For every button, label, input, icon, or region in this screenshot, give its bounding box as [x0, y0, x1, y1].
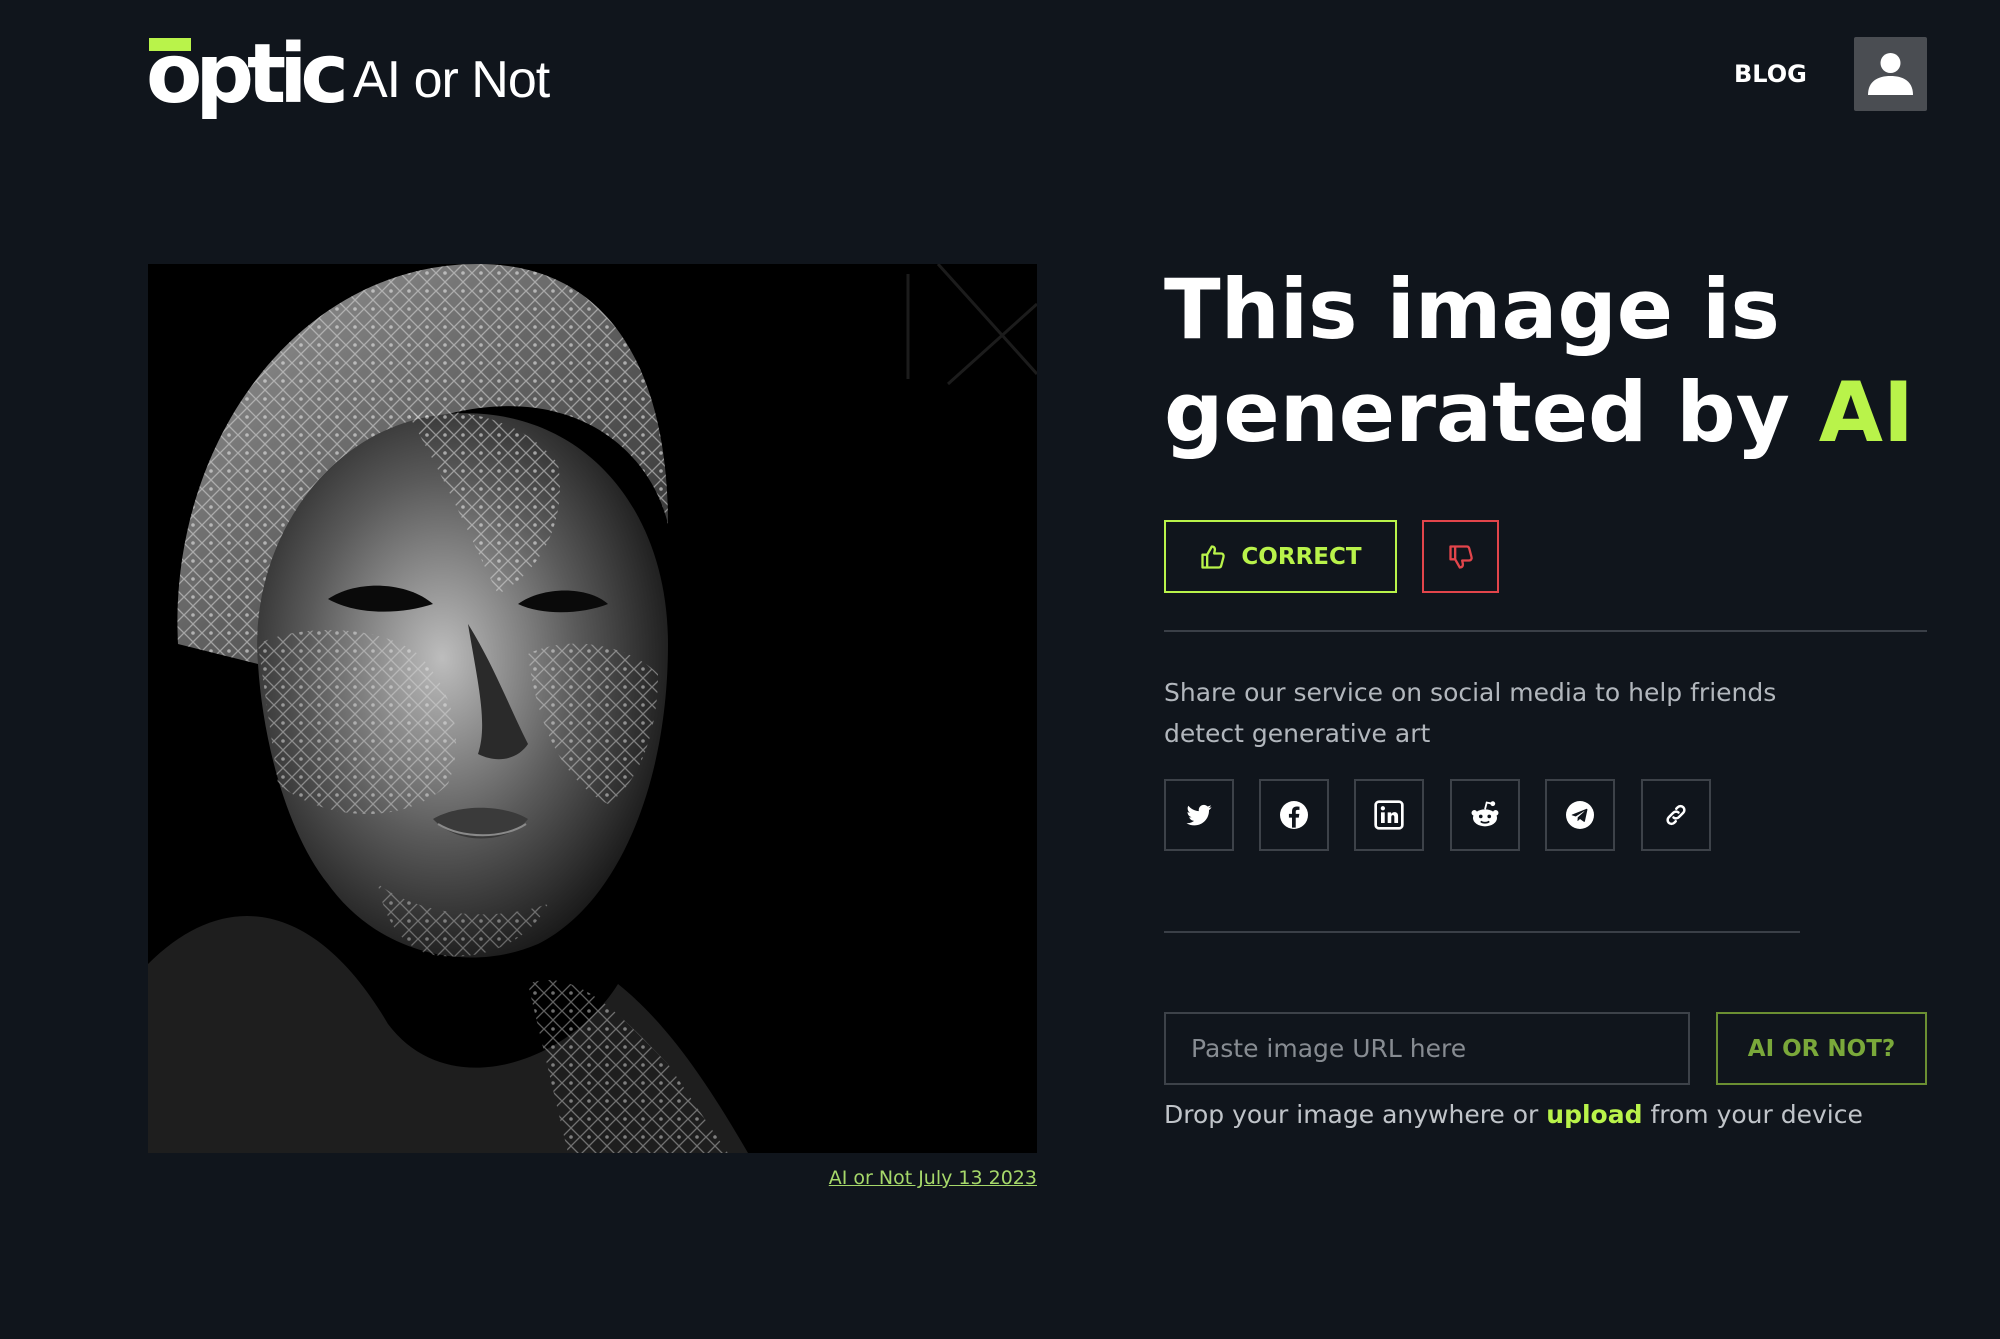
- copy-link-button[interactable]: [1641, 779, 1711, 851]
- headline-text: This image is generated by: [1164, 261, 1790, 461]
- facebook-icon: [1280, 801, 1308, 829]
- ai-or-not-submit-button[interactable]: AI OR NOT?: [1716, 1012, 1927, 1085]
- link-icon: [1666, 804, 1686, 826]
- image-url-input[interactable]: [1164, 1012, 1690, 1085]
- share-facebook-button[interactable]: [1259, 779, 1329, 851]
- linkedin-icon: [1374, 800, 1404, 830]
- telegram-icon: [1566, 801, 1594, 829]
- thumbs-down-icon: [1448, 544, 1473, 569]
- correct-button[interactable]: CORRECT: [1164, 520, 1397, 593]
- user-icon: [1868, 53, 1913, 95]
- user-account-button[interactable]: [1854, 37, 1927, 111]
- incorrect-button[interactable]: [1422, 520, 1499, 593]
- upload-link[interactable]: upload: [1546, 1100, 1642, 1129]
- blog-link[interactable]: BLOG: [1734, 60, 1807, 88]
- share-description: Share our service on social media to hel…: [1164, 678, 1777, 748]
- section-divider: [1164, 931, 1800, 933]
- section-divider: [1164, 630, 1927, 632]
- share-twitter-button[interactable]: [1164, 779, 1234, 851]
- app-name[interactable]: AI or Not: [353, 50, 550, 110]
- upload-hint: Drop your image anywhere or upload from …: [1164, 1100, 1863, 1129]
- headline-accent: AI: [1818, 364, 1914, 461]
- optic-logo[interactable]: optic: [146, 34, 349, 116]
- upload-hint-prefix: Drop your image anywhere or: [1164, 1100, 1539, 1129]
- thumbs-up-icon: [1201, 544, 1226, 569]
- share-linkedin-button[interactable]: [1354, 779, 1424, 851]
- correct-button-label: CORRECT: [1241, 543, 1362, 570]
- share-telegram-button[interactable]: [1545, 779, 1615, 851]
- reddit-icon: [1471, 801, 1499, 827]
- twitter-icon: [1186, 804, 1212, 826]
- analyzed-image: [148, 264, 1037, 1153]
- image-caption-link[interactable]: AI or Not July 13 2023: [829, 1167, 1037, 1189]
- result-headline: This image is generated by AI: [1164, 258, 1944, 464]
- upload-hint-suffix: from your device: [1650, 1100, 1863, 1129]
- share-reddit-button[interactable]: [1450, 779, 1520, 851]
